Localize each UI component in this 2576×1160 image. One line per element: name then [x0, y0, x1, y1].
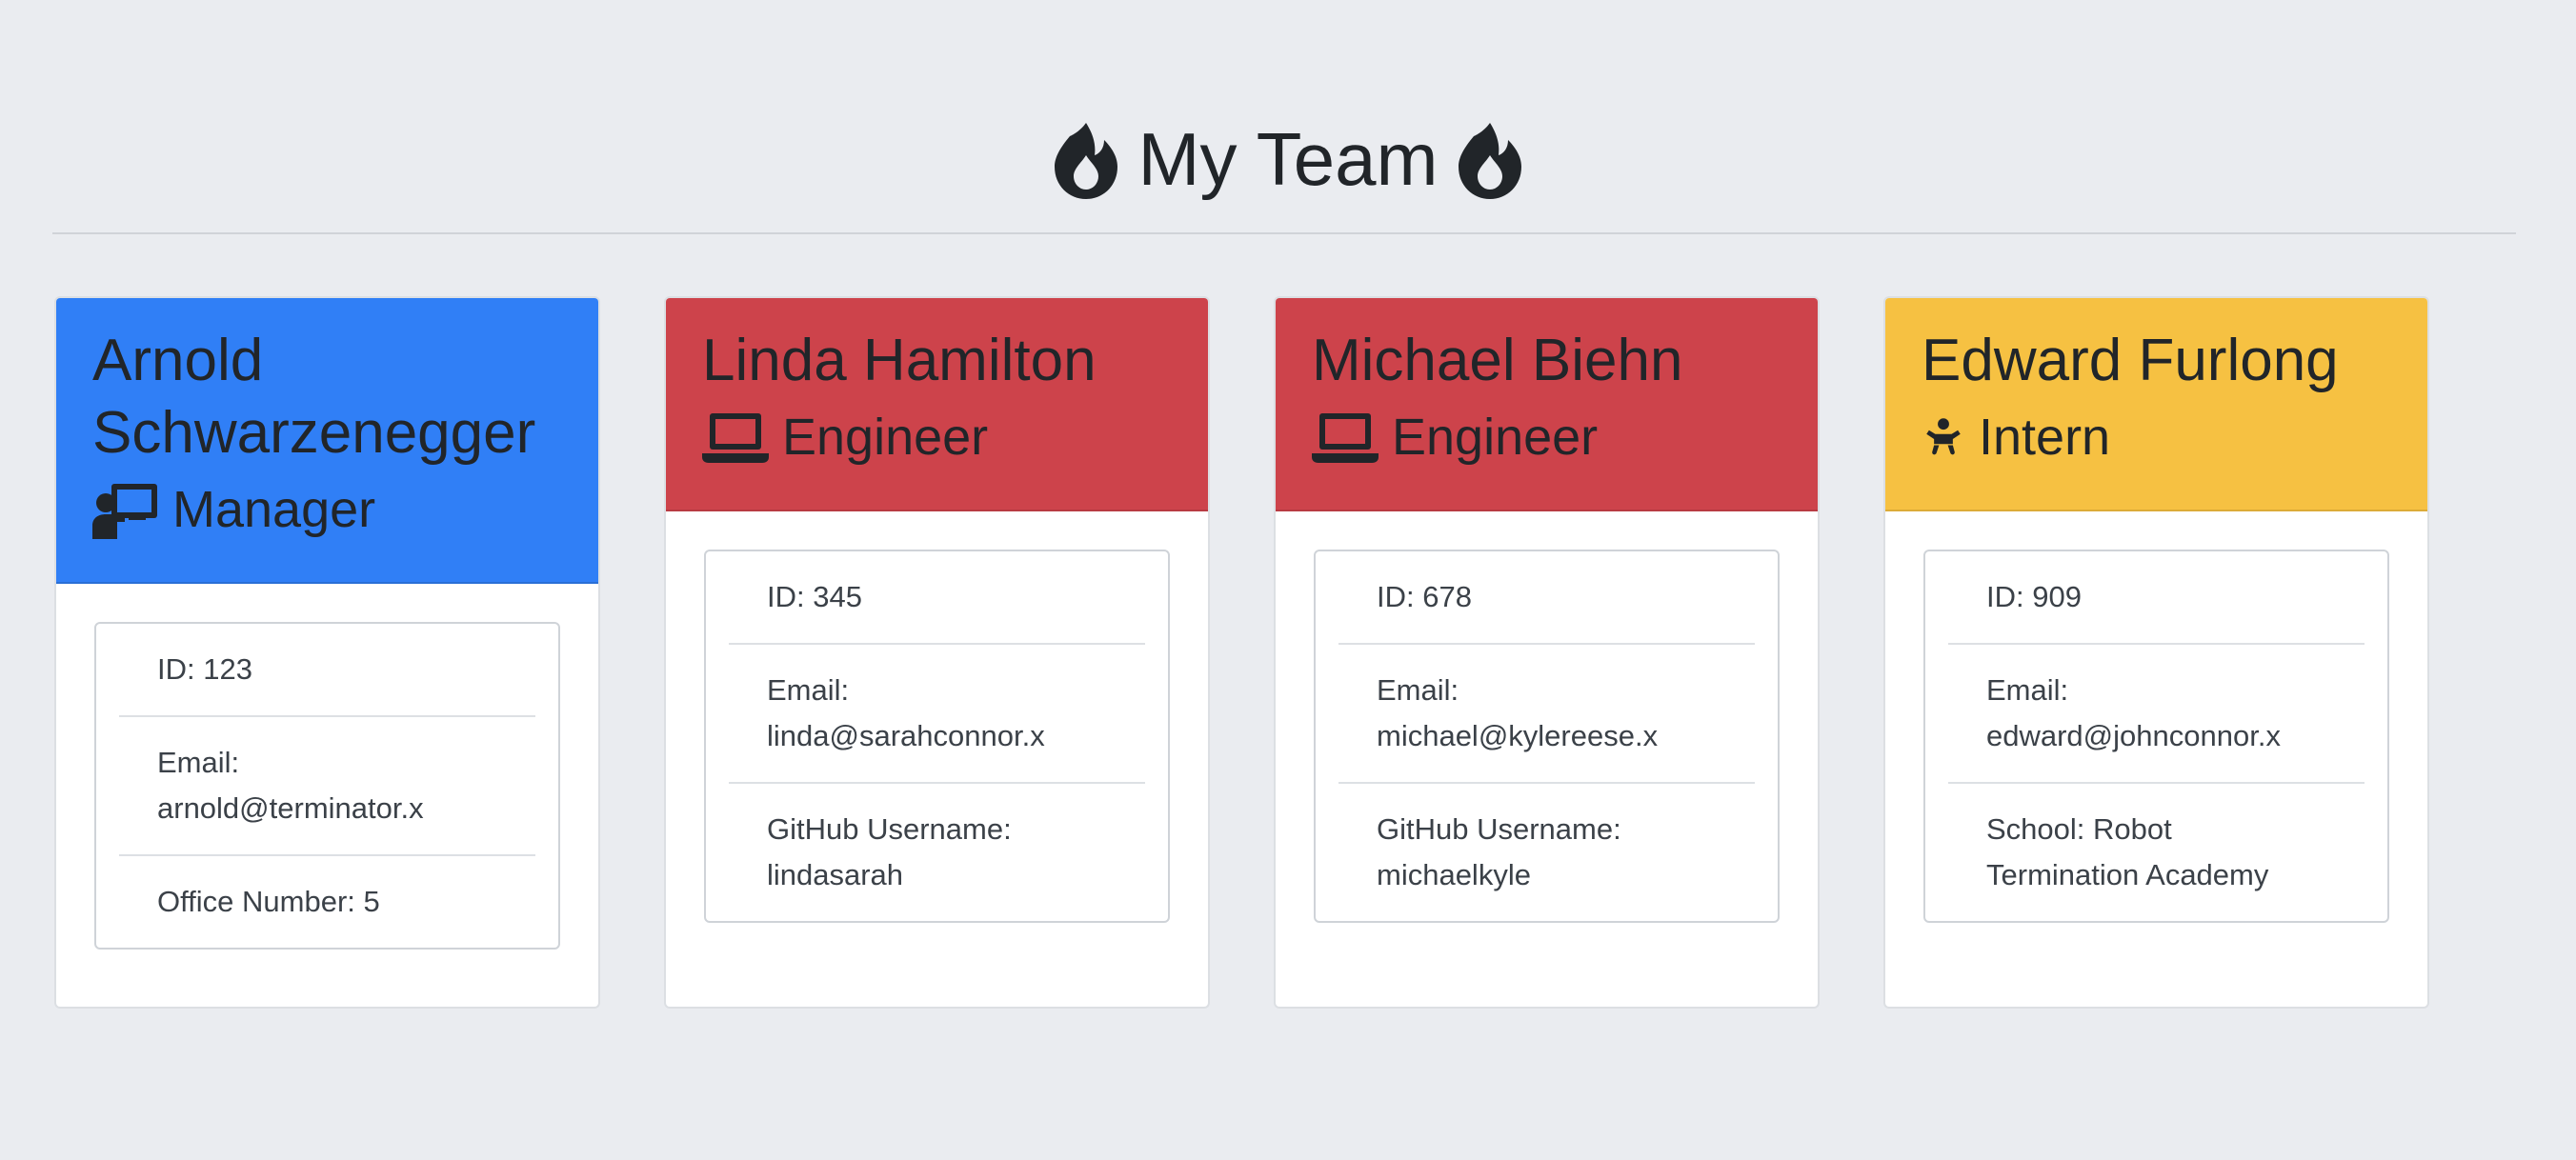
list-item: Office Number: 5: [157, 885, 380, 918]
employee-role: Intern: [1922, 403, 2391, 471]
card-header: Arnold Schwarzenegger Manager: [56, 298, 598, 584]
list-item: ID: 909: [1948, 551, 2365, 645]
employee-name: Michael Biehn: [1312, 328, 1683, 393]
list-item: ID: 345: [729, 551, 1145, 645]
list-item: ID: 678: [1338, 551, 1755, 645]
role-label: Manager: [172, 481, 376, 538]
employee-card: Michael Biehn Engineer ID: 678 Email: mi…: [1274, 296, 1820, 1009]
list-item: School: Robot Termination Academy: [1986, 812, 2269, 891]
details-list: ID: 345 Email: linda@sarahconnor.x GitHu…: [704, 550, 1170, 923]
employee-role: Engineer: [702, 403, 1172, 471]
card-header: Edward Furlong Intern: [1885, 298, 2427, 511]
card-header: Linda Hamilton Engineer: [666, 298, 1208, 511]
employee-role: Manager: [92, 475, 562, 544]
employee-card: Arnold Schwarzenegger Manager ID: 123 Em…: [54, 296, 600, 1009]
employee-card: Edward Furlong Intern ID: 909 Email: edw…: [1883, 296, 2429, 1009]
employee-role: Engineer: [1312, 403, 1781, 471]
laptop-icon: [702, 413, 769, 463]
page-header: My Team: [0, 107, 2576, 211]
details-list: ID: 123 Email: arnold@terminator.x Offic…: [94, 622, 560, 950]
details-list: ID: 678 Email: michael@kylereese.x GitHu…: [1314, 550, 1780, 923]
baby-icon: [1926, 418, 1961, 455]
employee-name: Arnold Schwarzenegger: [92, 328, 536, 466]
role-label: Engineer: [782, 409, 989, 466]
employee-name: Linda Hamilton: [702, 328, 1097, 393]
card-body: ID: 678 Email: michael@kylereese.x GitHu…: [1276, 511, 1818, 961]
laptop-icon: [1312, 413, 1379, 463]
details-list: ID: 909 Email: edward@johnconnor.x Schoo…: [1923, 550, 2389, 923]
list-item: Email: linda@sarahconnor.x: [729, 645, 1145, 784]
list-item: GitHub Username: michaelkyle: [1377, 812, 1621, 891]
card-body: ID: 123 Email: arnold@terminator.x Offic…: [56, 584, 598, 988]
fire-icon: [1459, 123, 1522, 199]
card-body: ID: 345 Email: linda@sarahconnor.x GitHu…: [666, 511, 1208, 961]
list-item: ID: 123: [119, 624, 535, 717]
role-label: Intern: [1979, 409, 2111, 466]
header-divider: [52, 232, 2516, 234]
role-label: Engineer: [1392, 409, 1599, 466]
list-item: Email: edward@johnconnor.x: [1948, 645, 2365, 784]
fire-icon: [1054, 123, 1117, 199]
employee-card: Linda Hamilton Engineer ID: 345 Email: l…: [664, 296, 1210, 1009]
card-body: ID: 909 Email: edward@johnconnor.x Schoo…: [1885, 511, 2427, 961]
list-item: Email: michael@kylereese.x: [1338, 645, 1755, 784]
card-header: Michael Biehn Engineer: [1276, 298, 1818, 511]
employee-name: Edward Furlong: [1922, 328, 2339, 393]
page-title: My Team: [1137, 117, 1439, 201]
manager-teacher-icon: [92, 484, 157, 539]
list-item: Email: arnold@terminator.x: [119, 717, 535, 856]
list-item: GitHub Username: lindasarah: [767, 812, 1012, 891]
